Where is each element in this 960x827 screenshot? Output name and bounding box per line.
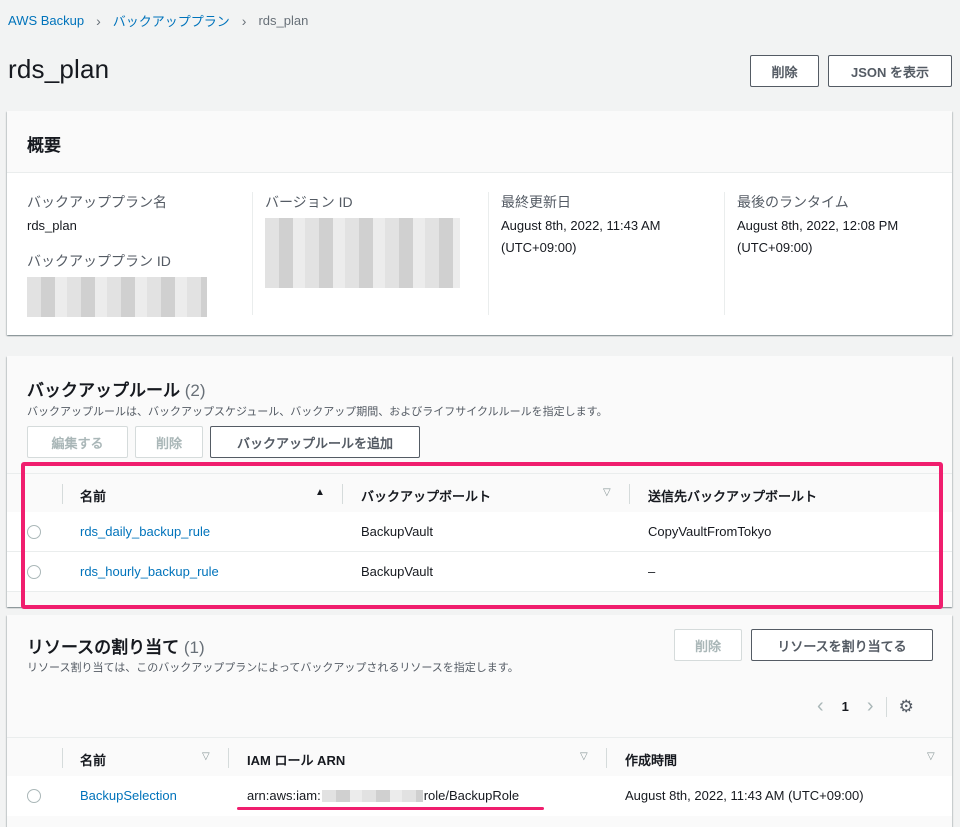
edit-rule-button[interactable]: 編集する — [27, 426, 128, 458]
rule-dest-vault: – — [648, 564, 656, 579]
column-divider — [629, 484, 630, 504]
resource-assignments-panel: リソースの割り当て (1) リソース割り当ては、このバックアッププランによってバ… — [7, 615, 952, 827]
last-updated-value: August 8th, 2022, 11:43 AM — [501, 218, 661, 233]
backup-rules-panel: バックアップルール (2) バックアップルールは、バックアップスケジュール、バッ… — [7, 356, 952, 607]
sort-descending-icon[interactable]: ▽ — [927, 751, 935, 762]
column-divider — [62, 748, 63, 768]
resource-assignments-title-text: リソースの割り当て — [27, 638, 180, 657]
backup-rules-count: (2) — [184, 381, 206, 400]
version-id-redacted — [265, 218, 460, 288]
rules-col-vault[interactable]: バックアップボールト — [361, 486, 491, 505]
delete-rule-button[interactable]: 削除 — [135, 426, 203, 458]
chevron-right-icon: › — [241, 12, 247, 29]
backup-rules-title: バックアップルール (2) — [27, 376, 206, 401]
column-divider — [228, 748, 229, 768]
resources-col-name[interactable]: 名前 — [80, 750, 106, 769]
resource-arn: arn:aws:iam: role/BackupRole — [247, 788, 519, 803]
resource-assignments-count: (1) — [183, 638, 205, 657]
rule-name-link[interactable]: rds_daily_backup_rule — [80, 524, 210, 539]
last-run-column: 最後のランタイム August 8th, 2022, 12:08 PM (UTC… — [724, 192, 952, 315]
backup-rules-title-text: バックアップルール — [27, 381, 180, 400]
account-id-redacted — [321, 789, 423, 802]
table-row[interactable]: rds_hourly_backup_rule BackupVault – — [7, 552, 952, 592]
view-json-button[interactable]: JSON を表示 — [828, 55, 952, 87]
sort-ascending-icon[interactable]: ▲ — [315, 487, 325, 498]
underline-annotation — [237, 807, 544, 810]
page-title: rds_plan — [8, 54, 110, 84]
rules-col-dest-vault[interactable]: 送信先バックアップボールト — [648, 486, 817, 505]
plan-id-redacted — [27, 277, 207, 317]
resource-assignments-description: リソース割り当ては、このバックアッププランによってバックアップされるリソースを指… — [27, 662, 519, 674]
table-row[interactable]: BackupSelection arn:aws:iam: role/Backup… — [7, 776, 952, 816]
column-divider — [606, 748, 607, 768]
plan-id-label: バックアッププラン ID — [27, 253, 171, 269]
version-id-column: バージョン ID — [252, 192, 482, 315]
chevron-right-icon[interactable]: › — [867, 695, 874, 718]
last-run-value: August 8th, 2022, 12:08 PM — [737, 218, 899, 233]
sort-descending-icon[interactable]: ▽ — [580, 751, 588, 762]
chevron-left-icon[interactable]: ‹ — [817, 695, 824, 718]
breadcrumb-current: rds_plan — [258, 13, 309, 28]
plan-name-label: バックアッププラン名 — [27, 194, 167, 210]
delete-plan-button[interactable]: 削除 — [750, 55, 819, 87]
delete-resource-button[interactable]: 削除 — [674, 629, 742, 661]
last-updated-column: 最終更新日 August 8th, 2022, 11:43 AM (UTC+09… — [488, 192, 720, 315]
arn-suffix: role/BackupRole — [423, 788, 520, 803]
resource-created: August 8th, 2022, 11:43 AM (UTC+09:00) — [625, 788, 864, 803]
backup-rules-description: バックアップルールは、バックアップスケジュール、バックアップ期間、およびライフサ… — [27, 406, 608, 418]
rule-dest-vault: CopyVaultFromTokyo — [648, 524, 772, 539]
chevron-right-icon: › — [96, 12, 101, 29]
gear-icon[interactable]: ⚙ — [899, 697, 914, 717]
rule-vault: BackupVault — [361, 524, 434, 539]
breadcrumb-backup-plans[interactable]: バックアッププラン — [113, 11, 230, 30]
breadcrumb-aws-backup[interactable]: AWS Backup — [8, 13, 84, 28]
table-row[interactable]: rds_daily_backup_rule BackupVault CopyVa… — [7, 512, 952, 552]
breadcrumb: AWS Backup › バックアッププラン › rds_plan — [8, 11, 308, 30]
resources-col-created[interactable]: 作成時間 — [625, 750, 677, 769]
last-updated-label: 最終更新日 — [501, 194, 571, 210]
version-id-label: バージョン ID — [265, 194, 353, 210]
rules-table-header: 名前 ▲ バックアップボールト ▽ 送信先バックアップボールト — [7, 473, 952, 513]
summary-panel: 概要 バックアッププラン名 rds_plan バックアッププラン ID バージョ… — [7, 111, 952, 335]
arn-prefix: arn:aws:iam: — [247, 788, 321, 803]
assign-resources-button[interactable]: リソースを割り当てる — [751, 629, 933, 661]
resource-name-link[interactable]: BackupSelection — [80, 788, 177, 803]
row-radio[interactable] — [27, 789, 41, 803]
rule-vault: BackupVault — [361, 564, 434, 579]
column-divider — [62, 484, 63, 504]
add-rule-button[interactable]: バックアップルールを追加 — [210, 426, 420, 458]
column-divider — [342, 484, 343, 504]
plan-name-column: バックアッププラン名 rds_plan バックアッププラン ID — [27, 192, 245, 317]
rule-name-link[interactable]: rds_hourly_backup_rule — [80, 564, 219, 579]
last-run-tz: (UTC+09:00) — [737, 240, 813, 255]
rules-col-name[interactable]: 名前 — [80, 486, 106, 505]
plan-name-value: rds_plan — [27, 218, 77, 233]
last-updated-tz: (UTC+09:00) — [501, 240, 577, 255]
sort-descending-icon[interactable]: ▽ — [603, 487, 611, 498]
resource-assignments-title: リソースの割り当て (1) — [27, 633, 205, 658]
last-run-label: 最後のランタイム — [737, 194, 849, 210]
sort-descending-icon[interactable]: ▽ — [202, 751, 210, 762]
row-radio[interactable] — [27, 565, 41, 579]
resources-table-header: 名前 ▽ IAM ロール ARN ▽ 作成時間 ▽ — [7, 737, 952, 777]
row-radio[interactable] — [27, 525, 41, 539]
resources-col-arn[interactable]: IAM ロール ARN — [247, 750, 345, 769]
pagination: ‹ 1 › ⚙ — [817, 695, 914, 718]
summary-title: 概要 — [7, 111, 952, 173]
page-number[interactable]: 1 — [842, 699, 849, 714]
pager-divider — [885, 696, 887, 717]
